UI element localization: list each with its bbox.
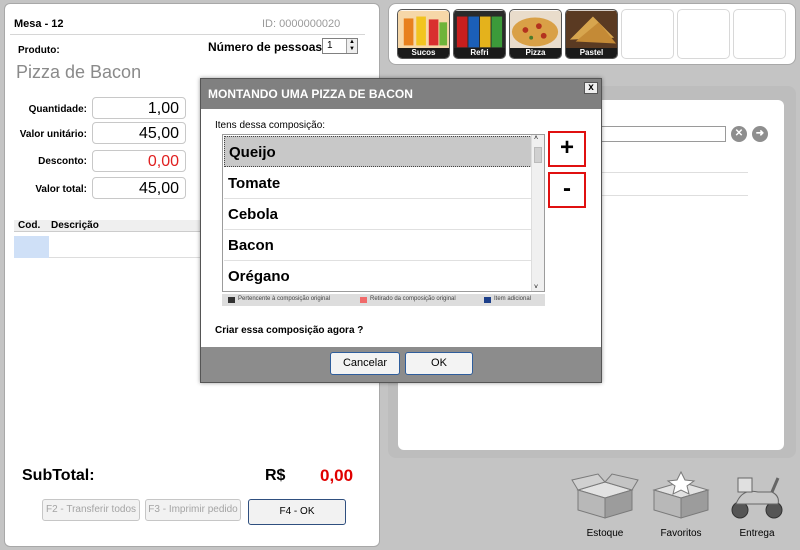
subtotal-value: 0,00 [320, 466, 354, 485]
col-cod: Cod. [18, 220, 41, 231]
desconto-field[interactable]: 0,00 [92, 150, 186, 172]
quantidade-field[interactable]: 1,00 [92, 97, 186, 119]
create-question: Criar essa composição agora ? [215, 325, 364, 336]
pessoas-stepper[interactable]: 1 ▲ ▼ [322, 38, 358, 54]
f4-ok-button[interactable]: F4 - OK [248, 499, 346, 525]
box-icon[interactable] [570, 470, 640, 520]
close-icon[interactable]: x [584, 82, 598, 94]
tile-empty[interactable] [677, 9, 730, 59]
spin-arrows-icon[interactable]: ▲ ▼ [346, 39, 357, 53]
clear-icon[interactable]: ✕ [731, 126, 747, 142]
list-scrollbar[interactable]: ˄ ˅ [531, 135, 544, 291]
items-grid-header: Cod. Descrição [14, 220, 209, 232]
legend-original-swatch [228, 297, 235, 303]
tile-pastel[interactable]: Pastel [565, 9, 618, 59]
pessoas-value: 1 [327, 40, 333, 51]
dialog-footer [201, 347, 601, 382]
valor-unitario-field[interactable]: 45,00 [92, 122, 186, 144]
favorites-box-icon[interactable] [646, 470, 716, 520]
tile-empty[interactable] [621, 9, 674, 59]
scooter-icon[interactable] [722, 470, 792, 520]
table-row-selected-cell[interactable] [14, 236, 49, 258]
composition-list[interactable]: Queijo Tomate Cebola Bacon Orégano ˄ ˅ [222, 134, 545, 292]
scroll-down-icon[interactable]: ˅ [534, 284, 538, 291]
pastel-image [566, 10, 617, 50]
scroll-up-icon[interactable]: ˄ [534, 135, 538, 142]
list-item[interactable]: Cebola [224, 199, 532, 230]
valor-total-field[interactable]: 45,00 [92, 177, 186, 199]
desconto-label: Desconto: [38, 156, 87, 167]
cancel-button[interactable]: Cancelar [330, 352, 400, 375]
table-row[interactable] [49, 236, 209, 258]
transferir-todos-button[interactable]: F2 - Transferir todos [42, 499, 140, 521]
legend: Pertencente à composição original Retira… [222, 294, 545, 306]
list-item[interactable]: Tomate [224, 168, 532, 199]
entrega-label: Entrega [739, 528, 775, 539]
subtotal-label: SubTotal: [22, 467, 95, 484]
tile-empty[interactable] [733, 9, 786, 59]
remove-item-button[interactable]: - [548, 172, 586, 208]
tile-sucos-label: Sucos [398, 48, 449, 58]
col-descricao: Descrição [51, 220, 99, 231]
soda-cans-image [454, 10, 505, 50]
legend-removed-swatch [360, 297, 367, 303]
add-item-button[interactable]: + [548, 131, 586, 167]
tile-pizza-label: Pizza [510, 48, 561, 58]
dialog-title: MONTANDO UMA PIZZA DE BACON [201, 79, 601, 109]
scroll-thumb[interactable] [534, 147, 542, 163]
legend-original-text: Pertencente à composição original [238, 296, 331, 302]
legend-removed-text: Retirado da composição original [370, 296, 456, 302]
pizza-image [510, 10, 561, 50]
estoque-label: Estoque [586, 528, 624, 539]
tile-pizza[interactable]: Pizza [509, 9, 562, 59]
items-label: Itens dessa composição: [215, 120, 326, 131]
tile-refri[interactable]: Refri [453, 9, 506, 59]
product-name: Pizza de Bacon [16, 62, 142, 82]
pessoas-label: Número de pessoas [208, 40, 323, 54]
valor-total-label: Valor total: [35, 184, 87, 195]
legend-added-text: Item adicional [494, 296, 532, 302]
juice-image [398, 10, 449, 50]
favoritos-label: Favoritos [660, 528, 702, 539]
tile-pastel-label: Pastel [566, 48, 617, 58]
tile-sucos[interactable]: Sucos [397, 9, 450, 59]
valor-unitario-label: Valor unitário: [19, 129, 87, 140]
next-arrow-icon[interactable]: ➜ [752, 126, 768, 142]
ok-button[interactable]: OK [405, 352, 473, 375]
produto-label: Produto: [18, 45, 60, 56]
mesa-label: Mesa - 12 [14, 18, 64, 30]
divider [600, 172, 748, 173]
list-item[interactable]: Queijo [224, 136, 532, 167]
currency-label: R$ [265, 467, 286, 484]
divider [600, 195, 748, 196]
list-item[interactable]: Bacon [224, 230, 532, 261]
order-id: ID: 0000000020 [262, 18, 341, 30]
legend-added-swatch [484, 297, 491, 303]
list-item[interactable]: Orégano [224, 261, 532, 291]
imprimir-pedido-button[interactable]: F3 - Imprimir pedido [145, 499, 241, 521]
quantidade-label: Quantidade: [28, 104, 87, 115]
tile-refri-label: Refri [454, 48, 505, 58]
